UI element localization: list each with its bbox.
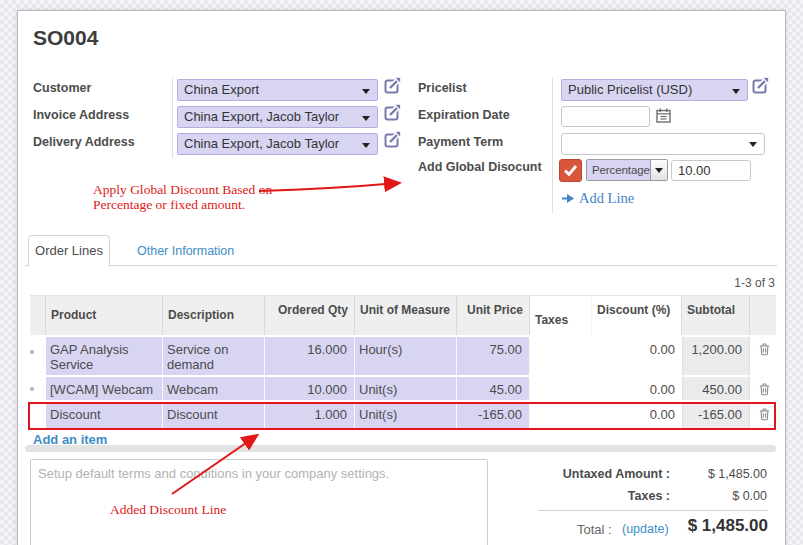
add-line-link[interactable]: Add Line	[579, 190, 634, 207]
pager: 1-3 of 3	[600, 276, 775, 290]
chevron-down-icon	[362, 89, 370, 94]
delete-row-icon[interactable]	[758, 342, 771, 356]
open-delivery-address-icon[interactable]	[384, 130, 402, 148]
cell-product[interactable]: [WCAM] Webcam	[46, 377, 163, 400]
pricelist-select[interactable]: Public Pricelist (USD)	[561, 79, 748, 101]
order-line-row-2[interactable]: [WCAM] Webcam Webcam 10.000 Unit(s) 45.0…	[30, 377, 776, 400]
cell-uom[interactable]: Unit(s)	[355, 377, 457, 400]
col-subtotal: Subtotal	[682, 295, 750, 335]
discount-type-value: Percentage	[587, 160, 650, 180]
customer-value: China Export	[184, 82, 259, 97]
col-description: Description	[163, 295, 265, 335]
add-line-arrow-icon	[562, 193, 575, 204]
tab-bar-border	[25, 265, 777, 266]
page-title: SO004	[33, 26, 98, 50]
table-header-row: Product Description Ordered Qty Unit of …	[30, 295, 776, 335]
cell-subtotal: 1,200.00	[682, 337, 750, 375]
delivery-address-label: Delivery Address	[33, 135, 135, 149]
cell-price[interactable]: 45.00	[457, 377, 530, 400]
cell-taxes[interactable]	[530, 337, 592, 375]
total-label: Total :	[577, 522, 612, 537]
cell-product[interactable]: GAP Analysis Service	[46, 337, 163, 375]
delivery-address-select[interactable]: China Export, Jacob Taylor	[177, 133, 378, 155]
cell-description[interactable]: Service on demand	[163, 337, 265, 375]
pricelist-value: Public Pricelist (USD)	[568, 82, 692, 97]
cell-description[interactable]: Webcam	[163, 377, 265, 400]
delete-row-icon[interactable]	[758, 382, 771, 396]
invoice-address-label: Invoice Address	[33, 108, 129, 122]
cell-price[interactable]: 75.00	[457, 337, 530, 375]
drag-handle[interactable]	[30, 337, 46, 375]
col-discount: Discount (%)	[592, 295, 682, 335]
col-product: Product	[46, 295, 163, 335]
terms-placeholder: Setup default terms and conditions in yo…	[38, 466, 389, 481]
discount-amount-input[interactable]: 10.00	[671, 160, 751, 181]
taxes-label: Taxes :	[470, 489, 670, 503]
chevron-down-icon[interactable]	[650, 160, 667, 180]
tab-order-lines[interactable]: Order Lines	[28, 235, 110, 266]
untaxed-amount-label: Untaxed Amount :	[470, 467, 670, 481]
right-group-separator	[552, 77, 553, 213]
taxes-value: $ 0.00	[680, 489, 767, 503]
payment-term-label: Payment Term	[418, 135, 503, 149]
discount-type-select[interactable]: Percentage	[586, 159, 668, 181]
customer-label: Customer	[33, 81, 91, 95]
total-value: $ 1,485.00	[640, 516, 768, 536]
col-unit-price: Unit Price	[457, 295, 530, 335]
payment-term-select[interactable]	[561, 133, 765, 155]
open-pricelist-icon[interactable]	[752, 76, 770, 94]
cell-discount[interactable]: 0.00	[592, 377, 682, 400]
annotation-discount-line: Added Discount Line	[110, 502, 226, 517]
untaxed-amount-value: $ 1,485.00	[680, 467, 767, 481]
cell-qty[interactable]: 16.000	[265, 337, 355, 375]
chevron-down-icon	[749, 142, 757, 147]
add-global-discount-label: Add Global Disocunt	[418, 160, 542, 174]
cell-taxes[interactable]	[530, 377, 592, 400]
section-divider	[25, 445, 776, 452]
highlight-rectangle	[28, 402, 776, 430]
col-unit-of-measure: Unit of Measure	[355, 295, 457, 335]
expiration-date-label: Expiration Date	[418, 108, 510, 122]
order-line-row-1[interactable]: GAP Analysis Service Service on demand 1…	[30, 337, 776, 375]
delivery-address-value: China Export, Jacob Taylor	[184, 136, 339, 151]
chevron-down-icon	[362, 116, 370, 121]
drag-handle[interactable]	[30, 377, 46, 400]
invoice-address-value: China Export, Jacob Taylor	[184, 109, 339, 124]
calendar-icon[interactable]	[656, 108, 671, 123]
chevron-down-icon	[732, 89, 740, 94]
col-ordered-qty: Ordered Qty	[265, 295, 355, 335]
cell-subtotal: 450.00	[682, 377, 750, 400]
invoice-address-select[interactable]: China Export, Jacob Taylor	[177, 106, 378, 128]
col-taxes: Taxes	[530, 295, 592, 335]
cell-uom[interactable]: Hour(s)	[355, 337, 457, 375]
customer-select[interactable]: China Export	[177, 79, 378, 101]
tab-other-information[interactable]: Other Information	[137, 244, 234, 258]
expiration-date-input[interactable]	[561, 106, 650, 127]
open-invoice-address-icon[interactable]	[384, 103, 402, 121]
cell-discount[interactable]: 0.00	[592, 337, 682, 375]
open-customer-icon[interactable]	[384, 76, 402, 94]
global-discount-checkbox[interactable]	[559, 159, 582, 182]
chevron-down-icon	[362, 143, 370, 148]
annotation-global-discount: Apply Global Discount Based on Percentag…	[93, 182, 272, 212]
cell-qty[interactable]: 10.000	[265, 377, 355, 400]
check-icon	[560, 160, 581, 181]
pricelist-label: Pricelist	[418, 81, 467, 95]
left-group-separator	[172, 77, 173, 158]
totals-divider	[538, 510, 768, 511]
discount-amount-value: 10.00	[678, 163, 711, 178]
